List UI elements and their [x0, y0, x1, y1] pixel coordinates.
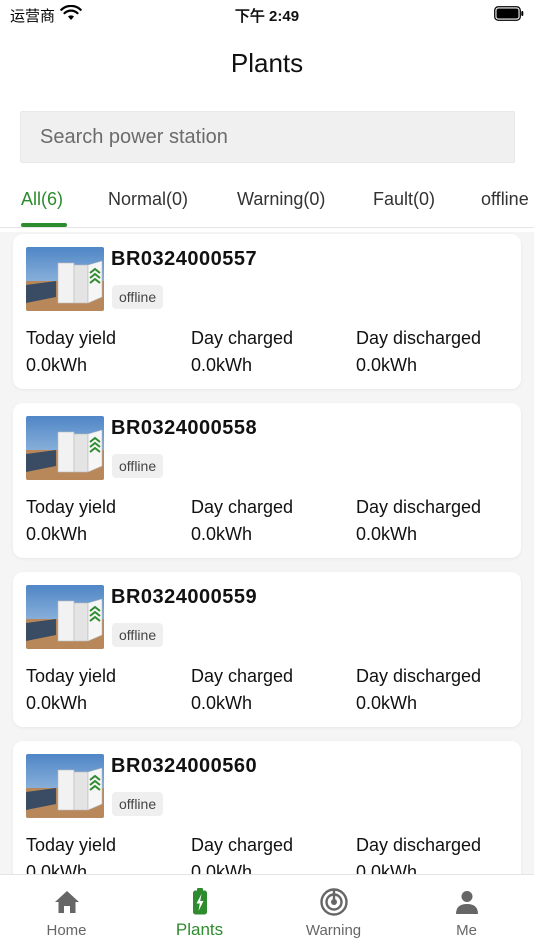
stat-value: 0.0kWh	[356, 355, 418, 375]
tab-offline[interactable]: offline	[481, 189, 529, 210]
stat-label: Day charged	[191, 328, 294, 348]
stat-value: 0.0kWh	[356, 862, 418, 874]
status-badge: offline	[112, 454, 164, 478]
filter-tabs: All(6) Normal(0) Warning(0) Fault(0) off…	[0, 176, 534, 228]
stat-label: Day charged	[191, 497, 294, 517]
stat-value: 0.0kWh	[191, 862, 253, 874]
stat-day-discharged: Day discharged 0.0kWh	[356, 328, 481, 376]
plant-card[interactable]: BR0324000558 offline Today yield 0.0kWh …	[13, 403, 521, 558]
person-icon	[455, 891, 478, 914]
alert-radar-icon	[319, 888, 348, 916]
stat-value: 0.0kWh	[26, 862, 88, 874]
stat-today-yield: Today yield 0.0kWh	[26, 497, 116, 545]
stat-value: 0.0kWh	[26, 693, 88, 713]
stat-today-yield: Today yield 0.0kWh	[26, 328, 116, 376]
stat-label: Today yield	[26, 497, 117, 517]
stat-label: Today yield	[26, 835, 117, 855]
tab-warning[interactable]: Warning(0)	[237, 189, 325, 210]
status-badge: offline	[112, 285, 164, 309]
nav-home[interactable]: Home	[0, 875, 133, 950]
bottom-nav: Home Plants Warning Me	[0, 874, 534, 950]
page-title: Plants	[230, 48, 304, 78]
status-badge: offline	[112, 792, 164, 816]
stat-value: 0.0kWh	[191, 524, 253, 544]
stat-today-yield: Today yield 0.0kWh	[26, 835, 116, 874]
stat-day-discharged: Day discharged 0.0kWh	[356, 835, 481, 874]
stat-value: 0.0kWh	[26, 355, 88, 375]
stat-value: 0.0kWh	[356, 524, 418, 544]
battery-charging-icon	[192, 888, 207, 915]
plant-list[interactable]: BR0324000557 offline Today yield 0.0kWh …	[0, 232, 534, 874]
stat-label: Day charged	[191, 666, 294, 686]
stat-label: Today yield	[26, 328, 117, 348]
plant-thumbnail	[26, 754, 104, 818]
stat-day-discharged: Day discharged 0.0kWh	[356, 666, 481, 714]
stat-day-charged: Day charged 0.0kWh	[191, 497, 293, 545]
nav-warning[interactable]: Warning	[267, 875, 400, 950]
search-box[interactable]	[20, 111, 515, 163]
search-input[interactable]	[21, 112, 514, 162]
stat-label: Day discharged	[356, 666, 482, 686]
nav-label: Warning	[305, 922, 362, 939]
plant-name: BR0324000560	[111, 755, 258, 777]
stat-label: Day discharged	[356, 497, 482, 517]
stat-label: Day charged	[191, 835, 294, 855]
plant-name: BR0324000557	[111, 248, 258, 270]
tab-all[interactable]: All(6)	[21, 189, 63, 210]
plant-thumbnail	[26, 416, 104, 480]
plant-name: BR0324000558	[111, 417, 258, 439]
stat-label: Day discharged	[356, 328, 482, 348]
nav-me[interactable]: Me	[400, 875, 533, 950]
nav-plants[interactable]: Plants	[133, 875, 266, 950]
stat-value: 0.0kWh	[191, 693, 253, 713]
home-icon	[54, 891, 79, 913]
tab-normal[interactable]: Normal(0)	[108, 189, 188, 210]
plant-card[interactable]: BR0324000557 offline Today yield 0.0kWh …	[13, 234, 521, 389]
status-badge: offline	[112, 623, 164, 647]
nav-label: Me	[456, 922, 477, 939]
stat-day-charged: Day charged 0.0kWh	[191, 835, 293, 874]
status-bar: 运营商 下午 2:49	[0, 0, 534, 28]
plant-thumbnail	[26, 585, 104, 649]
stat-value: 0.0kWh	[356, 693, 418, 713]
nav-label: Plants	[175, 920, 224, 939]
plant-card[interactable]: BR0324000560 offline Today yield 0.0kWh …	[13, 741, 521, 874]
plant-card[interactable]: BR0324000559 offline Today yield 0.0kWh …	[13, 572, 521, 727]
stat-today-yield: Today yield 0.0kWh	[26, 666, 116, 714]
stat-value: 0.0kWh	[191, 355, 253, 375]
nav-label: Home	[46, 922, 87, 939]
stat-label: Today yield	[26, 666, 117, 686]
battery-icon	[494, 6, 524, 21]
stat-day-charged: Day charged 0.0kWh	[191, 666, 293, 714]
stat-day-discharged: Day discharged 0.0kWh	[356, 497, 481, 545]
plant-name: BR0324000559	[111, 586, 258, 608]
stat-day-charged: Day charged 0.0kWh	[191, 328, 293, 376]
plant-thumbnail	[26, 247, 104, 311]
stat-value: 0.0kWh	[26, 524, 88, 544]
active-tab-indicator	[21, 223, 67, 227]
tab-fault[interactable]: Fault(0)	[373, 189, 435, 210]
stat-label: Day discharged	[356, 835, 482, 855]
clock: 下午 2:49	[234, 8, 300, 25]
